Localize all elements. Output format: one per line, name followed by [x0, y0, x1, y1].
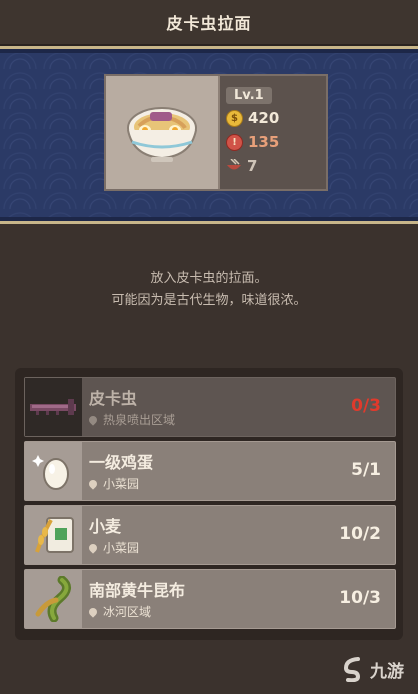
- location-pin-icon: [87, 477, 99, 490]
- ingredient-location: 小菜园: [87, 539, 140, 556]
- ingredient-count: 5/1: [351, 460, 381, 480]
- ingredient-row-egg[interactable]: 一级鸡蛋 小菜园 5/1: [24, 441, 396, 501]
- watermark-text: 九游: [370, 661, 404, 682]
- ingredient-count: 10/3: [339, 588, 381, 608]
- servings-value: 7: [247, 157, 258, 175]
- ingredient-count: 0/3: [351, 396, 381, 416]
- ingredient-row-wheat[interactable]: 小麦 小菜园 10/2: [24, 505, 396, 565]
- ingredient-row-pikabug[interactable]: 皮卡虫 热泉喷出区域 0/3: [24, 377, 396, 437]
- ingredient-icon-box: [25, 570, 82, 628]
- ingredient-icon-box: [25, 506, 82, 564]
- price-value: 420: [248, 109, 280, 127]
- location-pin-icon: [87, 413, 99, 426]
- title-bar: 皮卡虫拉面: [0, 0, 418, 46]
- ingredient-count: 10/2: [339, 524, 381, 544]
- dish-description: 放入皮卡虫的拉面。 可能因为是古代生物，味道很浓。: [0, 268, 418, 312]
- description-line-2: 可能因为是古代生物，味道很浓。: [111, 293, 307, 308]
- coin-icon: $: [226, 109, 243, 127]
- level-badge: Lv.1: [226, 87, 272, 104]
- dish-stats: Lv.1 $ 420 ! 135 7: [226, 84, 279, 176]
- description-line-1: 放入皮卡虫的拉面。: [150, 271, 268, 286]
- ingredient-location-text: 小菜园: [103, 477, 140, 491]
- popularity-icon: !: [226, 133, 243, 151]
- dish-card: Lv.1 $ 420 ! 135 7: [104, 74, 328, 191]
- pikabug-icon: [29, 399, 76, 415]
- bowl-icon: [227, 159, 241, 170]
- page-title: 皮卡虫拉面: [166, 14, 252, 33]
- kelp-icon: [35, 576, 71, 622]
- location-pin-icon: [87, 541, 99, 554]
- ingredient-name: 皮卡虫: [89, 389, 138, 408]
- wheat-icon: [34, 517, 74, 553]
- location-pin-icon: [87, 605, 99, 618]
- ingredient-row-kelp[interactable]: 南部黄牛昆布 冰河区域 10/3: [24, 569, 396, 629]
- ingredient-icon-box: [25, 442, 82, 500]
- egg-icon: [31, 455, 69, 490]
- ingredient-list: 皮卡虫 热泉喷出区域 0/3 一级鸡蛋 小菜园 5/1 小麦 小菜园 10/2 …: [15, 368, 403, 640]
- ingredient-location-text: 热泉喷出区域: [103, 413, 176, 427]
- ingredient-name: 小麦: [89, 517, 122, 536]
- servings-stat: 7: [226, 156, 279, 176]
- ingredient-location: 热泉喷出区域: [87, 411, 176, 428]
- ingredient-name: 一级鸡蛋: [89, 453, 154, 472]
- popularity-stat: ! 135: [226, 132, 279, 152]
- ramen-bowl-icon: [127, 106, 197, 162]
- ingredient-icon-box: [25, 378, 82, 436]
- ingredient-name: 南部黄牛昆布: [89, 581, 186, 600]
- popularity-value: 135: [248, 133, 280, 151]
- ingredient-location: 小菜园: [87, 475, 140, 492]
- dish-image: [106, 76, 220, 189]
- ingredient-location-text: 小菜园: [103, 541, 140, 555]
- watermark: 九游: [340, 656, 404, 682]
- watermark-logo-icon: [343, 657, 361, 682]
- ingredient-location-text: 冰河区域: [103, 605, 152, 619]
- ingredient-location: 冰河区域: [87, 603, 152, 620]
- price-stat: $ 420: [226, 108, 279, 128]
